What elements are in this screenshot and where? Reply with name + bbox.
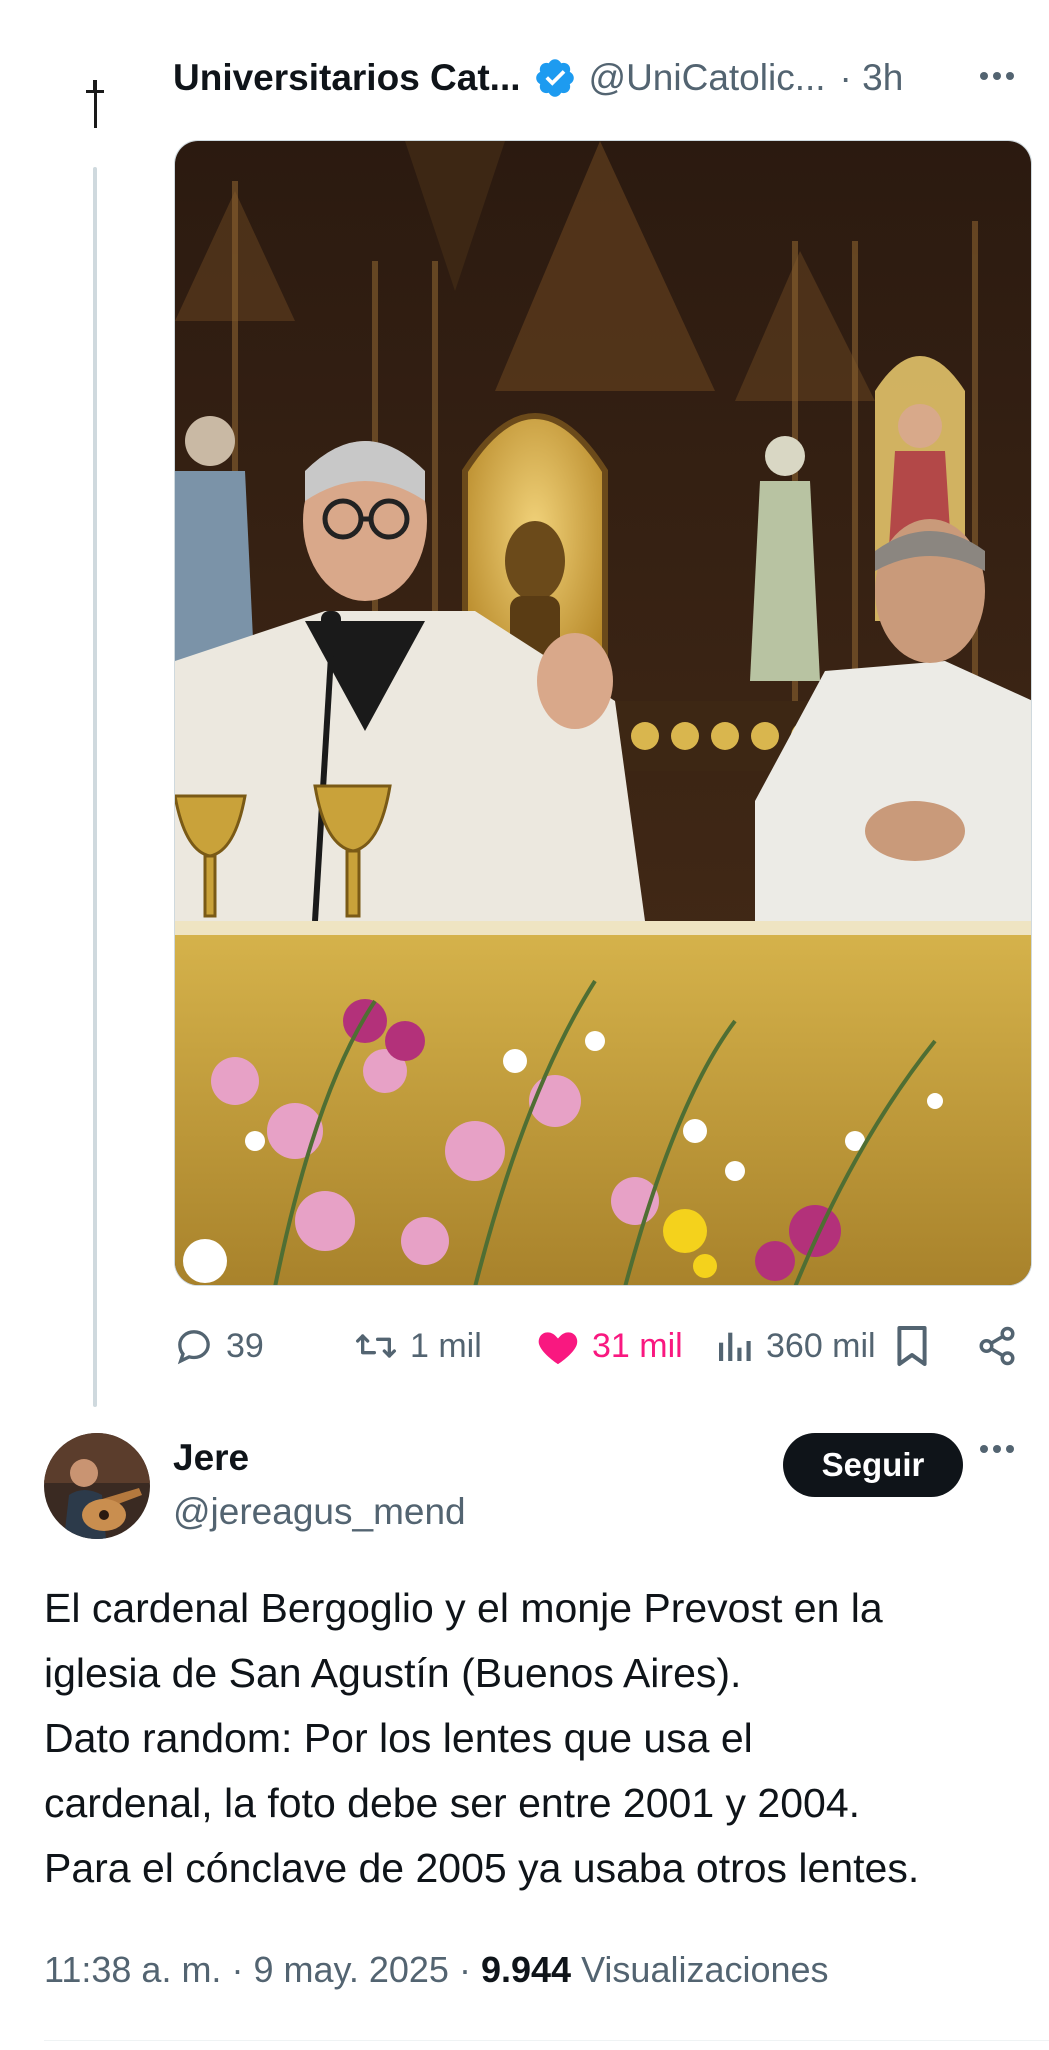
parent-post-header: Universitarios Cat... @UniCatolic... · 3… — [173, 48, 1033, 108]
reply-count: 39 — [226, 1326, 264, 1365]
share-action[interactable] — [976, 1316, 1018, 1376]
reply-handle[interactable]: @jereagus_mend — [173, 1484, 466, 1540]
reply-text-line: Dato random: Por los lentes que usa el — [44, 1715, 753, 1761]
reply-action[interactable]: 39 — [174, 1316, 264, 1376]
reply-author-name[interactable]: Jere — [173, 1432, 249, 1484]
views-chart-icon — [719, 1332, 751, 1361]
post-image[interactable] — [174, 140, 1032, 1286]
parent-handle[interactable]: @UniCatolic... — [589, 57, 826, 99]
reply-time[interactable]: 11:38 a. m. — [44, 1949, 221, 1990]
reply-text-line: Para el cónclave de 2005 ya usaba otros … — [44, 1845, 920, 1891]
repost-icon — [355, 1334, 396, 1358]
parent-author-name[interactable]: Universitarios Cat... — [173, 57, 521, 99]
repost-action[interactable]: 1 mil — [354, 1316, 482, 1376]
views-action[interactable]: 360 mil — [714, 1316, 876, 1376]
parent-more-icon[interactable] — [980, 72, 1014, 80]
like-count: 31 mil — [592, 1326, 683, 1365]
verified-badge-icon — [535, 59, 574, 97]
altar-photo — [175, 141, 1031, 1285]
reply-more-icon[interactable] — [980, 1445, 1014, 1453]
bookmark-icon — [897, 1326, 927, 1366]
share-icon — [979, 1326, 1015, 1366]
meta-separator: · — [458, 1949, 471, 1990]
reply-text-line: El cardenal Bergoglio y el monje Prevost… — [44, 1585, 883, 1631]
thread-line — [93, 167, 97, 1407]
like-action[interactable]: 31 mil — [536, 1316, 683, 1376]
divider — [44, 2040, 1049, 2041]
post-action-bar: 39 1 mil 31 mil 360 mil — [174, 1316, 1034, 1376]
reply-icon — [177, 1330, 210, 1365]
cross-icon — [86, 80, 104, 128]
views-count: 360 mil — [766, 1326, 876, 1365]
follow-button[interactable]: Seguir — [783, 1433, 963, 1497]
reply-text-line: cardenal, la foto debe ser entre 2001 y … — [44, 1780, 861, 1826]
parent-avatar[interactable] — [60, 60, 130, 130]
repost-count: 1 mil — [410, 1326, 482, 1365]
reply-views-count[interactable]: 9.944 — [481, 1949, 571, 1990]
heart-icon — [538, 1332, 578, 1365]
reply-meta: 11:38 a. m. · 9 may. 2025 · 9.944 Visual… — [44, 1940, 829, 2000]
avatar-photo — [44, 1433, 150, 1539]
reply-date[interactable]: 9 may. 2025 — [253, 1949, 448, 1990]
reply-text-line: iglesia de San Agustín (Buenos Aires). — [44, 1650, 742, 1696]
parent-timestamp[interactable]: · 3h — [840, 57, 904, 99]
bookmark-action[interactable] — [894, 1316, 930, 1376]
reply-body: El cardenal Bergoglio y el monje Prevost… — [44, 1576, 1034, 1901]
meta-separator: · — [231, 1949, 244, 1990]
reply-avatar[interactable] — [44, 1433, 150, 1539]
reply-views-label: Visualizaciones — [581, 1949, 829, 1990]
